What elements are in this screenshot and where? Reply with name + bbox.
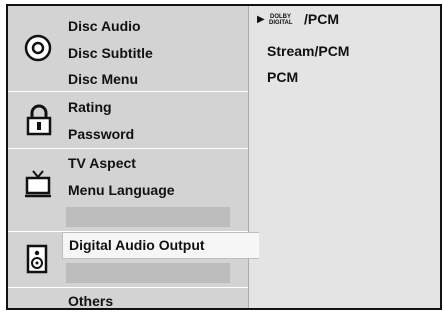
tv-icon (24, 170, 52, 203)
rating-group: Rating Password (8, 92, 248, 149)
menu-item-digital-audio-output[interactable]: Digital Audio Output (62, 232, 259, 259)
option-pcm[interactable]: PCM (267, 69, 298, 85)
dolby-digital-logo-bottom: DIGITAL (269, 20, 293, 26)
speaker-icon (26, 244, 48, 279)
lock-icon (26, 104, 52, 141)
option-dolby-digital-pcm[interactable]: DOLBY DIGITAL /PCM (269, 11, 379, 31)
empty-menu-slot (66, 263, 230, 283)
disc-icon (24, 34, 52, 67)
menu-item-rating[interactable]: Rating (68, 99, 112, 115)
menu-item-disc-audio[interactable]: Disc Audio (68, 18, 141, 34)
audio-group: Digital Audio Output (8, 232, 259, 288)
menu-item-others[interactable]: Others (68, 293, 113, 309)
category-column: Disc Audio Disc Subtitle Disc Menu Ratin… (8, 6, 259, 309)
menu-item-disc-menu[interactable]: Disc Menu (68, 71, 138, 87)
menu-item-tv-aspect[interactable]: TV Aspect (68, 155, 136, 171)
display-group: TV Aspect Menu Language (8, 149, 248, 232)
option-stream-pcm[interactable]: Stream/PCM (267, 43, 349, 59)
menu-item-password[interactable]: Password (68, 126, 134, 142)
disc-group: Disc Audio Disc Subtitle Disc Menu (8, 6, 248, 92)
menu-item-disc-subtitle[interactable]: Disc Subtitle (68, 45, 153, 61)
options-column: ▶ DOLBY DIGITAL /PCM Stream/PCM PCM (248, 6, 440, 308)
empty-menu-slot (66, 207, 230, 227)
option-suffix: /PCM (304, 11, 339, 27)
others-group: Others (8, 288, 248, 312)
current-selection-arrow-icon: ▶ (257, 14, 265, 25)
menu-item-menu-language[interactable]: Menu Language (68, 182, 175, 198)
settings-menu-frame: Disc Audio Disc Subtitle Disc Menu Ratin… (6, 4, 442, 310)
